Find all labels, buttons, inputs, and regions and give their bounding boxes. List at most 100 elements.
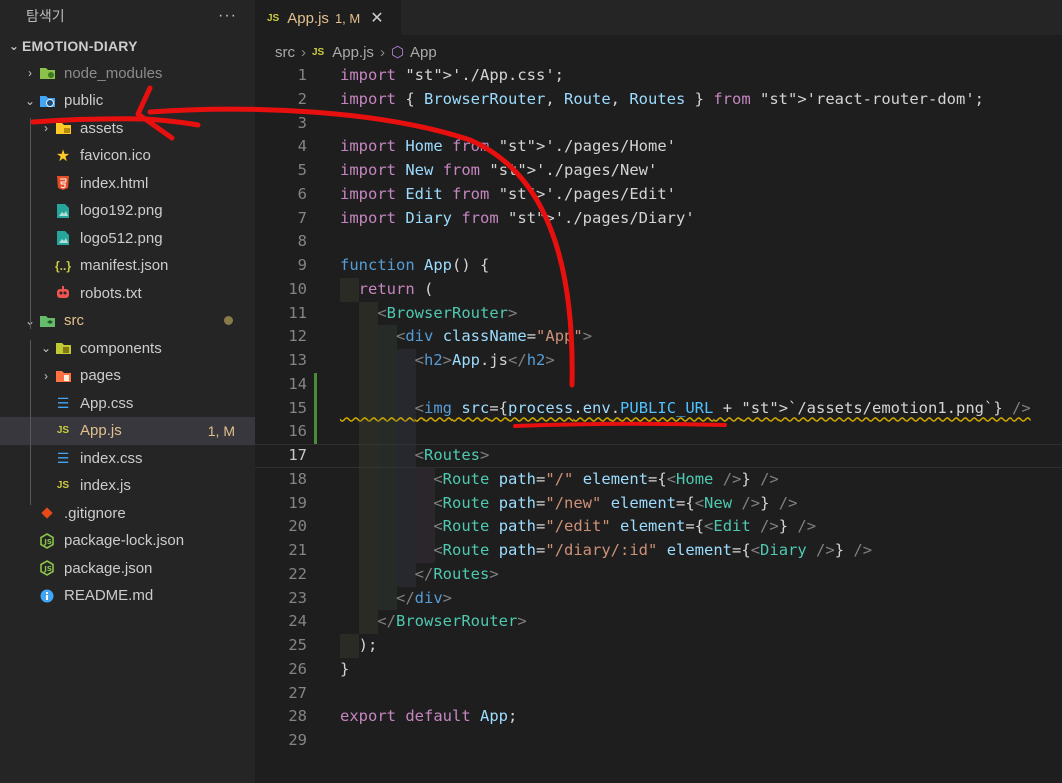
- nodejs-icon: JS: [38, 560, 56, 577]
- tree-item-logo192[interactable]: logo192.png: [0, 197, 255, 225]
- code-line[interactable]: 1 import "st">'./App.css';: [255, 64, 1062, 88]
- code-line[interactable]: 9 function App() {: [255, 254, 1062, 278]
- code-line[interactable]: 18 <Route path="/" element={<Home />} />: [255, 467, 1062, 492]
- tree-item-label: robots.txt: [80, 284, 142, 302]
- breadcrumb-folder[interactable]: src: [275, 44, 295, 61]
- code-line[interactable]: 17 <Routes>: [255, 444, 1062, 468]
- tree-item-logo512[interactable]: logo512.png: [0, 225, 255, 253]
- code-text: import New from "st">'./pages/New': [340, 161, 658, 179]
- explorer-title: 탐색기: [26, 8, 65, 24]
- code-line[interactable]: 5 import New from "st">'./pages/New': [255, 159, 1062, 183]
- breadcrumb-file[interactable]: App.js: [332, 44, 374, 61]
- code-text: <BrowserRouter>: [377, 303, 518, 322]
- line-number: 3: [297, 113, 307, 132]
- tree-item-index-css[interactable]: ☰ index.css: [0, 445, 255, 473]
- code-line[interactable]: 7 import Diary from "st">'./pages/Diary': [255, 207, 1062, 231]
- image-file-icon: [54, 230, 72, 246]
- tree-item-index-html[interactable]: index.html: [0, 170, 255, 198]
- code-line[interactable]: 16: [255, 420, 1062, 444]
- explorer-sidebar: 탐색기 ··· ⌄ EMOTION-DIARY › node_modules ⌄…: [0, 0, 255, 783]
- line-number: 22: [288, 564, 307, 583]
- code-line[interactable]: 20 <Route path="/edit" element={<Edit />…: [255, 515, 1062, 539]
- code-line[interactable]: 8: [255, 230, 1062, 254]
- code-text: );: [340, 636, 378, 654]
- tree-item-label: logo512.png: [80, 229, 163, 247]
- folder-icon: [54, 120, 72, 136]
- breadcrumb-symbol[interactable]: App: [410, 44, 437, 61]
- tree-item-label: favicon.ico: [80, 147, 151, 165]
- tab-app-js[interactable]: JS App.js 1, M ✕: [255, 0, 401, 35]
- code-line[interactable]: 13 <h2>App.js</h2>: [255, 349, 1062, 373]
- code-text: }: [340, 659, 350, 678]
- tree-item-label: public: [64, 92, 104, 110]
- tree-item-package-json[interactable]: JS package.json: [0, 555, 255, 583]
- tree-item-label: manifest.json: [80, 257, 169, 275]
- tree-item-robots[interactable]: robots.txt: [0, 280, 255, 308]
- tree-item-pages[interactable]: › pages: [0, 362, 255, 390]
- code-text: <Route path="/new" element={<New />} />: [433, 493, 798, 512]
- code-line[interactable]: 23 </div>: [255, 586, 1062, 611]
- line-number: 8: [297, 232, 307, 251]
- code-line[interactable]: 24 </BrowserRouter>: [255, 610, 1062, 634]
- tree-root-emotion-diary[interactable]: ⌄ EMOTION-DIARY: [0, 32, 255, 60]
- code-line[interactable]: 12 <div className="App">: [255, 325, 1062, 349]
- tree-item-manifest[interactable]: {..} manifest.json: [0, 252, 255, 280]
- tree-item-app-js[interactable]: JS App.js 1, M: [0, 417, 255, 445]
- js-file-icon: JS: [56, 425, 70, 437]
- chevron-right-icon: ›: [44, 368, 48, 383]
- code-line[interactable]: 3: [255, 112, 1062, 136]
- tree-item-label: README.md: [64, 587, 154, 605]
- tree-item-readme[interactable]: README.md: [0, 582, 255, 610]
- chevron-right-icon: ›: [28, 66, 32, 81]
- tree-item-src[interactable]: ⌄ src: [0, 307, 255, 335]
- code-text: <h2>App.js</h2>: [414, 351, 555, 369]
- code-line[interactable]: 6 import Edit from "st">'./pages/Edit': [255, 183, 1062, 207]
- code-line[interactable]: 21 <Route path="/diary/:id" element={<Di…: [255, 539, 1062, 563]
- code-line[interactable]: 15 <img src={process.env.PUBLIC_URL + "s…: [255, 396, 1062, 421]
- code-line[interactable]: 2 import { BrowserRouter, Route, Routes }…: [255, 88, 1062, 112]
- info-icon: [38, 588, 56, 604]
- close-icon[interactable]: ✕: [370, 8, 383, 28]
- code-text: import { BrowserRouter, Route, Routes } …: [340, 89, 984, 108]
- indent-guide: [30, 118, 31, 329]
- code-line[interactable]: 28 export default App;: [255, 705, 1062, 729]
- tree-item-label: logo192.png: [80, 202, 163, 220]
- tree-item-public[interactable]: ⌄ public: [0, 87, 255, 115]
- tree-item-index-js[interactable]: JS index.js: [0, 472, 255, 500]
- tree-item-components[interactable]: ⌄ components: [0, 335, 255, 363]
- line-number: 6: [297, 184, 307, 203]
- tree-item-label: index.js: [80, 477, 131, 495]
- code-text: </BrowserRouter>: [377, 612, 527, 631]
- code-line[interactable]: 4 import Home from "st">'./pages/Home': [255, 135, 1062, 159]
- more-icon[interactable]: ···: [218, 7, 237, 25]
- code-line[interactable]: 25 );: [255, 634, 1062, 658]
- tree-item-package-lock[interactable]: JS package-lock.json: [0, 527, 255, 555]
- editor-pane: JS App.js 1, M ✕ src › JS App.js › ⬡ App…: [255, 0, 1062, 783]
- line-number: 26: [288, 659, 307, 678]
- tree-item-favicon[interactable]: ★ favicon.ico: [0, 142, 255, 170]
- code-area[interactable]: 1 import "st">'./App.css'; 2 import { Brows…: [255, 64, 1062, 753]
- tree-item-gitignore[interactable]: .gitignore: [0, 500, 255, 528]
- tree-item-label: index.html: [80, 174, 149, 192]
- code-line[interactable]: 10 return (: [255, 277, 1062, 302]
- tree-item-app-css[interactable]: ☰ App.css: [0, 390, 255, 418]
- nodejs-icon: JS: [38, 532, 56, 549]
- code-line[interactable]: 29: [255, 729, 1062, 753]
- indent-guide: [397, 420, 416, 444]
- code-line[interactable]: 22 </Routes>: [255, 562, 1062, 587]
- status-badge: 1, M: [207, 422, 235, 439]
- code-line[interactable]: 19 <Route path="/new" element={<New />} …: [255, 491, 1062, 516]
- code-line[interactable]: 11 <BrowserRouter>: [255, 301, 1062, 326]
- code-line[interactable]: 27: [255, 682, 1062, 706]
- tree-item-assets[interactable]: › assets: [0, 115, 255, 143]
- line-number: 14: [288, 374, 307, 393]
- js-file-icon: JS: [312, 46, 325, 58]
- code-line[interactable]: 26}: [255, 658, 1062, 682]
- tree-item-label: App.js: [80, 422, 122, 440]
- cube-icon: ⬡: [390, 44, 405, 61]
- tree-root-label: EMOTION-DIARY: [22, 37, 138, 54]
- tree-item-label: node_modules: [64, 64, 163, 82]
- chevron-down-icon: ⌄: [24, 93, 36, 108]
- code-line[interactable]: 14: [255, 372, 1062, 397]
- tree-item-node-modules[interactable]: › node_modules: [0, 60, 255, 88]
